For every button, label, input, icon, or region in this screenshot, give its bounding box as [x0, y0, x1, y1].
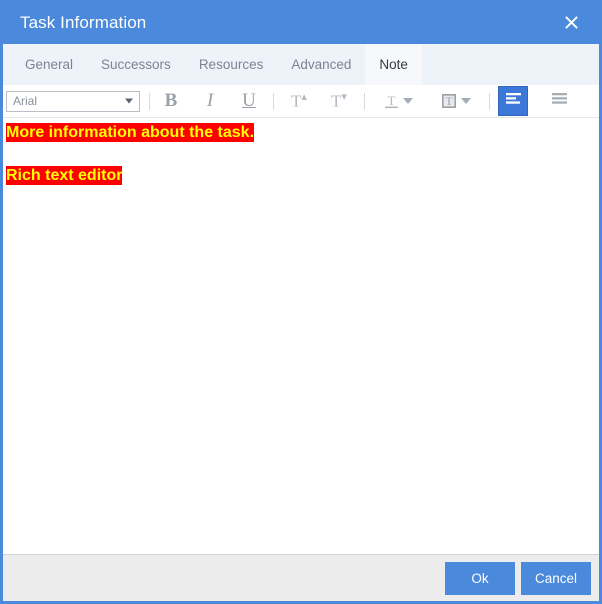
toolbar-separator	[149, 92, 150, 110]
toolbar-separator	[489, 92, 490, 110]
font-family-select[interactable]: Arial	[6, 90, 140, 112]
svg-text:T: T	[445, 94, 453, 108]
toolbar-separator	[364, 92, 365, 110]
chevron-down-icon	[402, 98, 413, 104]
note-paragraph: Rich text editor	[6, 166, 599, 185]
font-size-increase-icon: T▴	[291, 90, 307, 111]
dialog-footer: Ok Cancel	[3, 554, 599, 601]
align-justify-icon	[551, 92, 568, 111]
chevron-down-icon	[461, 98, 471, 104]
chevron-down-icon	[125, 98, 133, 104]
dialog-titlebar: Task Information	[3, 0, 599, 44]
font-family-value: Arial	[13, 94, 38, 108]
decrease-font-size-button[interactable]: T▾	[324, 86, 354, 116]
underline-button[interactable]: U	[234, 86, 264, 116]
note-paragraph: More information about the task.	[6, 123, 599, 142]
align-left-icon	[505, 92, 522, 111]
svg-text:T: T	[387, 93, 395, 108]
italic-icon: I	[206, 90, 214, 111]
note-text-line: More information about the task.	[6, 123, 255, 142]
highlight-color-button[interactable]: T	[433, 86, 479, 116]
italic-button[interactable]: I	[195, 86, 225, 116]
tab-advanced[interactable]: Advanced	[277, 44, 365, 85]
tab-note[interactable]: Note	[365, 44, 422, 85]
toolbar-separator	[273, 92, 274, 110]
task-information-dialog: Task Information General Successors Reso…	[0, 0, 602, 604]
close-button[interactable]	[557, 0, 585, 44]
bold-button[interactable]: B	[156, 86, 186, 116]
increase-font-size-button[interactable]: T▴	[284, 86, 314, 116]
font-size-decrease-icon: T▾	[331, 90, 347, 111]
tab-general[interactable]: General	[11, 44, 87, 85]
ok-button[interactable]: Ok	[445, 561, 515, 595]
rich-text-toolbar: Arial B I U T▴ T▾ T T	[3, 85, 599, 117]
align-left-button[interactable]	[498, 86, 528, 116]
dialog-title: Task Information	[20, 12, 147, 32]
tab-bar: General Successors Resources Advanced No…	[3, 44, 599, 85]
underline-icon: U	[242, 90, 256, 111]
close-icon	[564, 15, 579, 30]
text-color-icon: T	[384, 93, 399, 110]
bold-icon: B	[164, 90, 178, 111]
tab-resources[interactable]: Resources	[185, 44, 278, 85]
align-justify-button[interactable]	[544, 86, 574, 116]
tab-successors[interactable]: Successors	[87, 44, 185, 85]
note-text-line: Rich text editor	[6, 166, 123, 185]
highlight-color-icon: T	[441, 93, 457, 109]
cancel-button[interactable]: Cancel	[521, 561, 591, 595]
note-editor-body[interactable]: More information about the task. Rich te…	[3, 117, 599, 554]
text-color-button[interactable]: T	[375, 86, 421, 116]
